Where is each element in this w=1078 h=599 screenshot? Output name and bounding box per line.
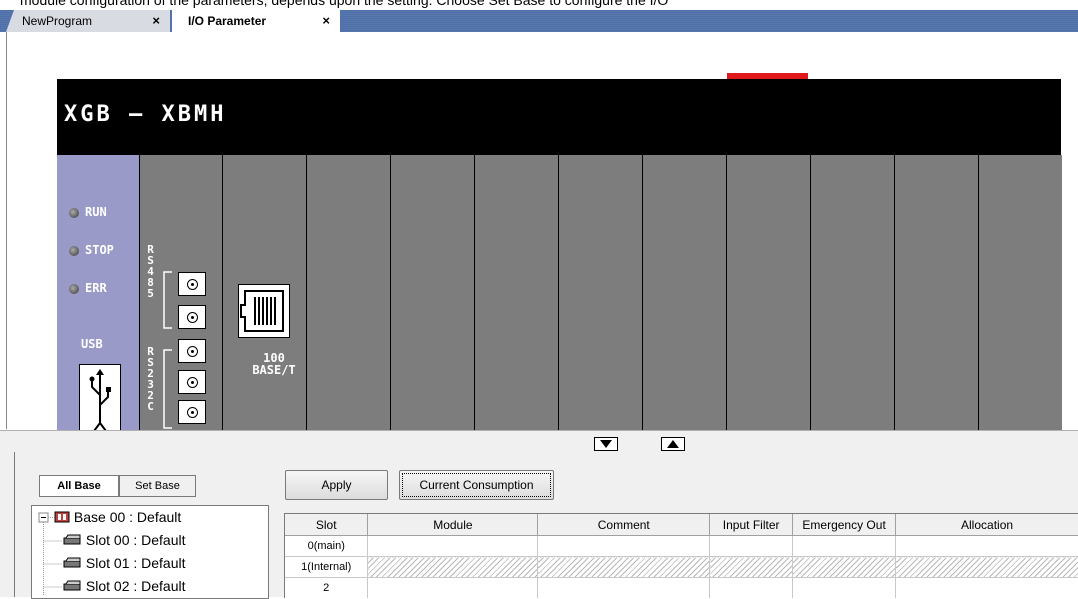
tab-all-base[interactable]: All Base <box>39 475 119 497</box>
tree-node-label: Slot 01 : Default <box>85 555 186 571</box>
current-consumption-button[interactable]: Current Consumption <box>399 470 554 500</box>
tab-label: I/O Parameter <box>188 14 267 28</box>
comment-cell <box>537 556 711 578</box>
allocation-cell[interactable] <box>895 535 1078 557</box>
slot-icon <box>63 534 81 545</box>
allocation-cell <box>895 556 1078 578</box>
emergency-out-cell[interactable] <box>792 535 897 557</box>
slot-cell[interactable]: 1(Internal) <box>285 556 369 578</box>
tree-node-slot-01[interactable]: Slot 01 : Default <box>62 555 186 571</box>
module-cell[interactable] <box>367 535 539 557</box>
module-cell[interactable] <box>367 577 539 598</box>
slot-icon <box>63 580 81 591</box>
column-header-input-filter[interactable]: Input Filter <box>709 514 794 536</box>
terminal-screw-icon <box>178 272 206 296</box>
tree-node-label: Slot 02 : Default <box>85 578 186 594</box>
ethernet-label: 100 BASE/T <box>242 352 306 376</box>
emergency-out-cell[interactable] <box>792 577 897 598</box>
terminal-screw-icon <box>178 400 206 424</box>
ethernet-port-icon <box>238 284 290 338</box>
tree-node-label: Base 00 : Default <box>73 509 182 525</box>
terminal-screw-icon <box>178 339 206 363</box>
tree-node-base[interactable]: Base 00 : Default <box>54 509 181 525</box>
tree-node-label: Slot 00 : Default <box>85 532 186 548</box>
base-icon <box>54 511 70 523</box>
input-filter-cell <box>709 556 794 578</box>
document-tab-bar: NewProgram × I/O Parameter × <box>0 10 1078 32</box>
column-header-comment[interactable]: Comment <box>537 514 711 536</box>
slot-cell[interactable]: 0(main) <box>285 535 369 557</box>
slot-00[interactable] <box>306 155 390 430</box>
slot-07[interactable] <box>894 155 978 430</box>
slot-06[interactable] <box>810 155 894 430</box>
run-label: RUN <box>85 205 107 219</box>
stop-led-icon <box>69 246 79 256</box>
allocation-cell[interactable] <box>895 577 1078 598</box>
rs485-label: RS485 <box>144 243 157 300</box>
stop-label: STOP <box>85 243 114 257</box>
top-text-strip: module configuration of the parameters, … <box>0 0 1078 10</box>
comment-cell[interactable] <box>537 577 711 598</box>
tab-newprogram[interactable]: NewProgram × <box>6 10 170 32</box>
triangle-up-icon[interactable] <box>661 437 685 451</box>
tab-label: NewProgram <box>22 14 93 28</box>
rs232c-text: RS232C <box>144 345 157 411</box>
pane-splitter[interactable] <box>0 430 1078 453</box>
module-cell <box>367 556 539 578</box>
slot-04[interactable] <box>642 155 726 430</box>
triangle-down-icon[interactable] <box>594 437 618 451</box>
plc-model-label: XGB — XBMH <box>64 102 227 127</box>
column-header-module[interactable]: Module <box>367 514 539 536</box>
column-header-allocation[interactable]: Allocation <box>895 514 1078 536</box>
apply-button[interactable]: Apply <box>285 470 388 500</box>
ethernet-label-line2: BASE/T <box>252 363 296 377</box>
terminal-screw-icon <box>178 305 206 329</box>
tab-set-base[interactable]: Set Base <box>119 475 196 497</box>
tree-node-slot-02[interactable]: Slot 02 : Default <box>62 578 186 594</box>
top-strip-text: module configuration of the parameters, … <box>20 0 669 8</box>
rs485-text: RS485 <box>144 243 157 298</box>
table-row[interactable]: 1(Internal) <box>285 556 1078 578</box>
terminal-bracket-icon <box>163 271 172 429</box>
table-row[interactable]: 2 <box>285 577 1078 598</box>
terminal-screw-icon <box>178 370 206 394</box>
usb-port <box>79 364 121 432</box>
tree-node-slot-00[interactable]: Slot 00 : Default <box>62 532 186 548</box>
close-icon[interactable]: × <box>322 10 330 32</box>
canvas-border <box>6 32 7 429</box>
comment-cell[interactable] <box>537 535 711 557</box>
tab-io-parameter[interactable]: I/O Parameter × <box>172 10 340 32</box>
usb-label: USB <box>81 337 103 351</box>
slot-icon <box>63 557 81 568</box>
err-led-icon <box>69 284 79 294</box>
rs232c-label: RS232C <box>144 345 157 413</box>
column-header-slot[interactable]: Slot <box>285 514 369 536</box>
table-row[interactable]: 0(main) <box>285 535 1078 557</box>
slot-03[interactable] <box>558 155 642 430</box>
input-filter-cell[interactable] <box>709 535 794 557</box>
base-tree[interactable]: Base 00 : Default Slot 00 : Default Slot… <box>31 505 269 599</box>
column-header-emergency-out[interactable]: Emergency Out <box>792 514 897 536</box>
grid-header-row: Slot Module Comment Input Filter Emergen… <box>285 514 1078 536</box>
err-label: ERR <box>85 281 107 295</box>
slot-01[interactable] <box>390 155 474 430</box>
slot-cell[interactable]: 2 <box>285 577 369 598</box>
io-parameter-grid[interactable]: Slot Module Comment Input Filter Emergen… <box>284 513 1078 598</box>
run-led-icon <box>69 208 79 218</box>
slot-08[interactable] <box>978 155 1062 430</box>
usb-icon <box>89 369 111 432</box>
close-icon[interactable]: × <box>152 10 160 32</box>
emergency-out-cell <box>792 556 897 578</box>
slot-02[interactable] <box>474 155 558 430</box>
slot-05[interactable] <box>726 155 810 430</box>
input-filter-cell[interactable] <box>709 577 794 598</box>
